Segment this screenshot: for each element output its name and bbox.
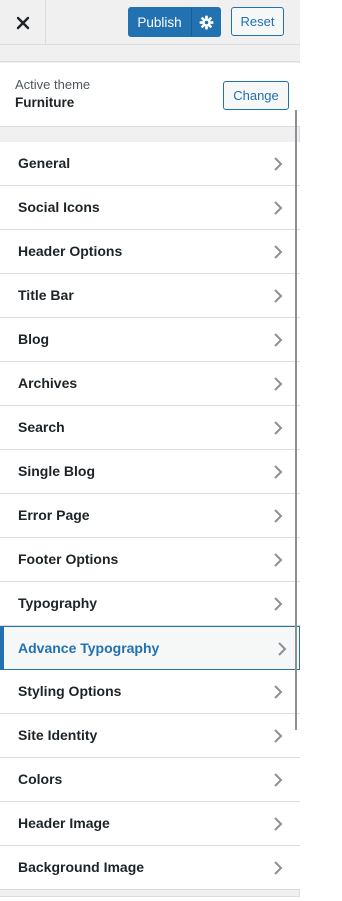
menu-item-typography[interactable]: Typography: [0, 582, 300, 626]
menu-item-label: Archives: [18, 375, 78, 391]
gear-icon: [199, 15, 213, 29]
menu-item-label: Footer Options: [18, 551, 119, 567]
chevron-right-icon: [274, 773, 283, 787]
menu-item-search[interactable]: Search: [0, 406, 300, 450]
active-theme-section: Active theme Furniture Change: [0, 63, 300, 127]
chevron-right-icon: [274, 685, 283, 699]
menu-item-styling-options[interactable]: Styling Options: [0, 670, 300, 714]
menu-item-label: Styling Options: [18, 683, 122, 699]
chevron-right-icon: [274, 421, 283, 435]
chevron-right-icon: [278, 642, 287, 656]
menu-item-label: Advance Typography: [18, 640, 160, 656]
chevron-right-icon: [274, 245, 283, 259]
chevron-right-icon: [274, 333, 283, 347]
menu-item-single-blog[interactable]: Single Blog: [0, 450, 300, 494]
chevron-right-icon: [274, 157, 283, 171]
chevron-right-icon: [274, 861, 283, 875]
menu-item-label: General: [18, 155, 71, 171]
menu-item-label: Typography: [18, 595, 98, 611]
menu-item-footer-options[interactable]: Footer Options: [0, 538, 300, 582]
menu-item-label: Title Bar: [18, 287, 74, 303]
notice-area: [0, 46, 300, 62]
chevron-right-icon: [274, 729, 283, 743]
panel-scrollbar[interactable]: [295, 110, 297, 730]
chevron-right-icon: [274, 465, 283, 479]
close-button[interactable]: [0, 0, 46, 45]
chevron-right-icon: [274, 377, 283, 391]
chevron-right-icon: [274, 597, 283, 611]
chevron-right-icon: [274, 817, 283, 831]
menu-item-label: Error Page: [18, 507, 90, 523]
menu-item-background-image[interactable]: Background Image: [0, 846, 300, 890]
menu-item-label: Search: [18, 419, 65, 435]
menu-item-general[interactable]: General: [0, 142, 300, 186]
menu-item-label: Blog: [18, 331, 50, 347]
menu-item-header-options[interactable]: Header Options: [0, 230, 300, 274]
active-theme-label: Active theme: [15, 77, 91, 92]
menu-item-label: Colors: [18, 771, 63, 787]
publish-group: Publish: [128, 7, 221, 37]
change-theme-button[interactable]: Change: [223, 81, 289, 110]
menu-item-label: Background Image: [18, 859, 145, 875]
close-icon: [16, 16, 29, 29]
menu-item-label: Header Image: [18, 815, 110, 831]
publish-button[interactable]: Publish: [128, 7, 191, 37]
customizer-panel: Publish Reset Active theme Furniture Cha…: [0, 0, 300, 901]
chevron-right-icon: [274, 509, 283, 523]
customizer-menu: General Social Icons Header Options Title B…: [0, 142, 300, 890]
chevron-right-icon: [274, 553, 283, 567]
menu-item-label: Single Blog: [18, 463, 95, 479]
customizer-header: Publish Reset: [0, 0, 300, 45]
menu-item-label: Social Icons: [18, 199, 100, 215]
reset-button[interactable]: Reset: [231, 7, 284, 36]
menu-item-social-icons[interactable]: Social Icons: [0, 186, 300, 230]
menu-item-advance-typography[interactable]: Advance Typography: [0, 626, 300, 670]
publish-settings-button[interactable]: [191, 7, 221, 37]
menu-item-colors[interactable]: Colors: [0, 758, 300, 802]
menu-bottom-edge: [0, 896, 300, 901]
menu-item-error-page[interactable]: Error Page: [0, 494, 300, 538]
menu-item-label: Site Identity: [18, 727, 98, 743]
menu-item-site-identity[interactable]: Site Identity: [0, 714, 300, 758]
menu-item-archives[interactable]: Archives: [0, 362, 300, 406]
chevron-right-icon: [274, 201, 283, 215]
menu-item-header-image[interactable]: Header Image: [0, 802, 300, 846]
chevron-right-icon: [274, 289, 283, 303]
menu-item-title-bar[interactable]: Title Bar: [0, 274, 300, 318]
menu-item-blog[interactable]: Blog: [0, 318, 300, 362]
menu-item-label: Header Options: [18, 243, 123, 259]
active-theme-name: Furniture: [15, 95, 75, 110]
